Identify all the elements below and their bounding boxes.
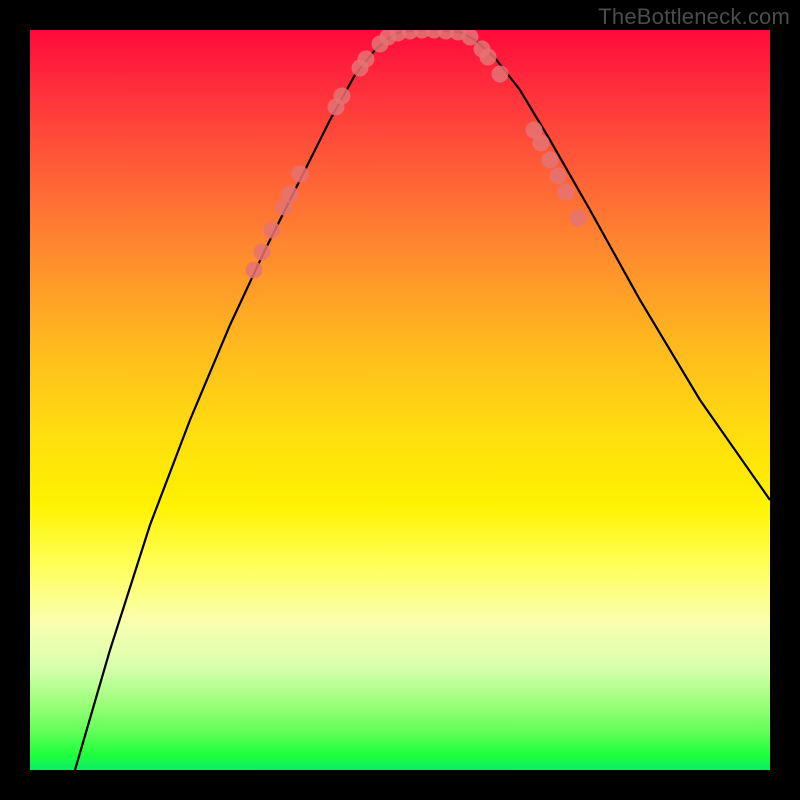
data-marker xyxy=(358,51,375,68)
data-marker xyxy=(246,262,263,279)
data-marker xyxy=(492,66,509,83)
data-marker xyxy=(533,135,550,152)
data-marker xyxy=(558,184,575,201)
data-marker xyxy=(542,152,559,169)
v-curve-svg xyxy=(30,30,770,770)
data-marker xyxy=(282,186,299,203)
data-marker xyxy=(292,166,309,183)
marker-group xyxy=(246,30,587,279)
data-marker xyxy=(570,210,587,227)
data-marker xyxy=(254,244,271,261)
watermark: TheBottleneck.com xyxy=(598,4,790,30)
data-marker xyxy=(550,168,567,185)
data-marker xyxy=(334,88,351,105)
chart-frame: TheBottleneck.com xyxy=(0,0,800,800)
v-curve-line xyxy=(75,30,770,770)
data-marker xyxy=(480,49,497,66)
plot-area xyxy=(30,30,770,770)
data-marker xyxy=(264,222,281,239)
